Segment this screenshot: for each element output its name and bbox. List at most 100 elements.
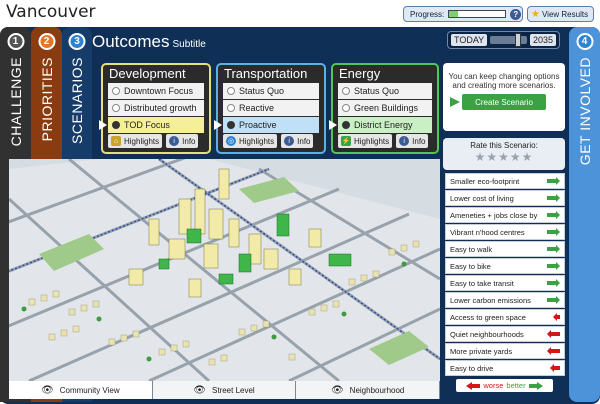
highlights-button[interactable]: ⚡ Highlights (338, 134, 393, 148)
view-label: Street Level (212, 385, 255, 395)
criteria-label: Easy to bike (450, 261, 491, 271)
option-tod-focus[interactable]: TOD Focus (99, 117, 204, 133)
legend-better: better (506, 381, 526, 390)
info-label: Info (182, 136, 196, 146)
progress-label: Progress: (410, 9, 445, 19)
help-icon[interactable]: ? (510, 8, 522, 20)
app-title: Vancouver (6, 2, 96, 22)
rating-stars[interactable]: ★★★★★ (443, 150, 565, 164)
criteria-label: Quiet neighbourhoods (450, 329, 524, 339)
criteria-label: Easy to walk (450, 244, 493, 254)
target-icon: ◎ (226, 136, 236, 146)
info-label: Info (297, 136, 311, 146)
worse-arrow-icon (547, 330, 560, 338)
tab-neighbourhood[interactable]: 👁 Neighbourhood (296, 381, 441, 399)
year-slider[interactable] (490, 33, 527, 47)
view-results-button[interactable]: ★ View Results (527, 6, 594, 22)
criteria-item[interactable]: Easy to walk (445, 241, 565, 257)
radio-icon (112, 121, 120, 129)
legend-worse: worse (483, 381, 504, 390)
tab-street-level[interactable]: 👁 Street Level (152, 381, 297, 399)
criteria-item[interactable]: Easy to bike (445, 258, 565, 274)
criteria-label: Access to green space (450, 312, 526, 322)
house-icon: ⌂ (111, 136, 121, 146)
create-scenario-button[interactable]: Create Scenario (450, 94, 546, 110)
criteria-item[interactable]: Easy to drive (445, 360, 565, 376)
radio-icon (227, 121, 235, 129)
worse-arrow-icon (550, 364, 560, 372)
criteria-item[interactable]: More private yards (445, 343, 565, 359)
city-3d-view[interactable] (9, 159, 440, 381)
worse-arrow-icon (466, 381, 481, 390)
criteria-label: Vibrant n'hood centres (450, 227, 525, 237)
timeline-control: TODAY 2035 (447, 31, 560, 49)
criteria-arrow (553, 313, 560, 321)
option-reactive[interactable]: Reactive (223, 100, 319, 116)
radio-icon (227, 87, 235, 95)
criteria-arrow (547, 177, 560, 185)
criteria-item[interactable]: Easy to take transit (445, 275, 565, 291)
highlights-button[interactable]: ◎ Highlights (223, 134, 278, 148)
development-panel: Development Downtown Focus Distributed g… (99, 63, 211, 154)
criteria-arrow (550, 364, 560, 372)
criteria-item[interactable]: Quiet neighbourhoods (445, 326, 565, 342)
radio-icon (342, 121, 350, 129)
option-proactive[interactable]: Proactive (214, 117, 319, 133)
section-subtitle: Subtitle (172, 39, 206, 50)
better-arrow-icon (547, 279, 560, 287)
criteria-item[interactable]: Smaller eco-footprint (445, 173, 565, 189)
radio-icon (227, 104, 235, 112)
legend: worse better (456, 379, 553, 392)
criteria-arrow (547, 228, 560, 236)
criteria-arrow (547, 262, 560, 270)
option-green-buildings[interactable]: Green Buildings (338, 100, 432, 116)
criteria-label: Lower cost of living (450, 193, 514, 203)
info-button[interactable]: i Info (166, 134, 199, 148)
radio-icon (112, 104, 120, 112)
criteria-item[interactable]: Lower cost of living (445, 190, 565, 206)
today-label: TODAY (451, 34, 488, 46)
tab-label: CHALLENGE (7, 57, 24, 147)
option-status-quo[interactable]: Status Quo (223, 83, 319, 99)
year-label: 2035 (529, 34, 556, 46)
info-label: Info (412, 136, 426, 146)
criteria-item[interactable]: Ameneties + jobs close by (445, 207, 565, 223)
slider-handle[interactable] (514, 33, 521, 47)
highlights-label: Highlights (239, 136, 275, 146)
create-scenario-panel: You can keep changing options and creati… (443, 63, 565, 131)
criteria-item[interactable]: Lower carbon emissions (445, 292, 565, 308)
rating-label: Rate this Scenario: (470, 141, 538, 150)
better-arrow-icon (547, 245, 560, 253)
criteria-arrow (547, 194, 560, 202)
radio-icon (112, 87, 120, 95)
info-button[interactable]: i Info (396, 134, 429, 148)
tab-community-view[interactable]: 👁 Community View (9, 381, 153, 399)
info-button[interactable]: i Info (281, 134, 314, 148)
tab-number: 3 (68, 33, 86, 50)
criteria-label: Easy to drive (450, 363, 494, 373)
option-status-quo[interactable]: Status Quo (338, 83, 432, 99)
better-arrow-icon (547, 177, 560, 185)
panel-title: Transportation (224, 66, 308, 81)
section-title-text: Outcomes (92, 32, 170, 51)
criteria-item[interactable]: Access to green space (445, 309, 565, 325)
radio-icon (342, 87, 350, 95)
page-title: Outcomes Subtitle (92, 32, 206, 52)
option-label: TOD Focus (124, 120, 170, 130)
tab-get-involved[interactable]: 4 GET INVOLVED (569, 27, 600, 402)
info-icon: i (399, 136, 410, 146)
tab-label: GET INVOLVED (576, 57, 593, 166)
criteria-label: Ameneties + jobs close by (450, 210, 538, 220)
progress-bar (448, 10, 507, 18)
criteria-arrow (547, 347, 560, 355)
energy-panel: Energy Status Quo Green Buildings Distri… (329, 63, 439, 154)
criteria-item[interactable]: Vibrant n'hood centres (445, 224, 565, 240)
worse-arrow-icon (553, 313, 560, 321)
star-icon: ★ (531, 8, 540, 20)
option-district-energy[interactable]: District Energy (329, 117, 432, 133)
highlights-button[interactable]: ⌂ Highlights (108, 134, 163, 148)
view-label: Community View (59, 385, 120, 395)
tab-label: SCENARIOS (69, 57, 85, 144)
option-downtown-focus[interactable]: Downtown Focus (108, 83, 204, 99)
option-distributed-growth[interactable]: Distributed growth (108, 100, 204, 116)
